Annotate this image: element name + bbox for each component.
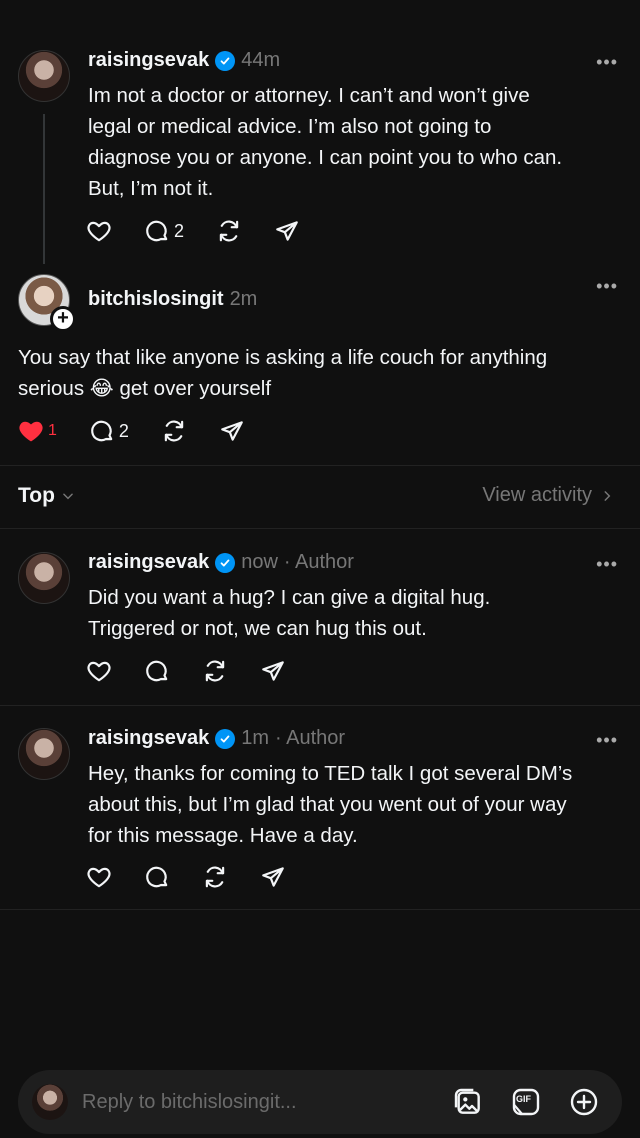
heart-icon <box>86 218 112 244</box>
username[interactable]: raisingsevak <box>88 49 209 72</box>
sort-dropdown[interactable]: Top <box>18 484 75 508</box>
repost-icon <box>216 218 242 244</box>
verified-badge-icon <box>215 50 236 71</box>
repost-button[interactable] <box>202 657 228 685</box>
post-header: raisingsevak 1m · Author <box>88 727 345 750</box>
post-actions <box>86 863 318 891</box>
more-icon[interactable]: ••• <box>596 276 618 297</box>
reply-button[interactable]: 2 <box>89 417 129 445</box>
like-button[interactable] <box>86 217 112 245</box>
post-text: Im not a doctor or attorney. I can’t and… <box>88 84 563 200</box>
share-button[interactable] <box>274 217 300 245</box>
reply-button[interactable] <box>144 657 170 685</box>
username[interactable]: raisingsevak <box>88 727 209 750</box>
comment-icon <box>144 658 170 684</box>
repost-button[interactable] <box>216 217 242 245</box>
like-count: 1 <box>48 422 57 439</box>
repost-icon <box>202 658 228 684</box>
post-header: bitchislosingit 2m <box>88 288 257 311</box>
like-button[interactable] <box>86 863 112 891</box>
like-button[interactable] <box>86 657 112 685</box>
repost-button[interactable] <box>161 417 187 445</box>
post-actions <box>86 657 318 685</box>
avatar <box>32 1084 68 1120</box>
post-header: raisingsevak 44m <box>88 49 280 72</box>
reply-button[interactable]: 2 <box>144 217 184 245</box>
share-button[interactable] <box>260 863 286 891</box>
username[interactable]: raisingsevak <box>88 551 209 574</box>
divider <box>0 465 640 466</box>
divider <box>0 909 640 910</box>
avatar[interactable] <box>18 50 70 102</box>
divider <box>0 705 640 706</box>
comment-icon <box>89 418 115 444</box>
heart-icon <box>86 864 112 890</box>
like-button[interactable]: 1 <box>18 417 57 445</box>
share-button[interactable] <box>260 657 286 685</box>
post-time: 1m <box>241 727 269 749</box>
post-actions: 1 2 <box>18 417 277 445</box>
post-text: Hey, thanks for coming to TED talk I got… <box>88 762 573 847</box>
post-time: 2m <box>229 288 258 310</box>
reply-count: 2 <box>174 220 185 241</box>
share-icon <box>219 418 245 444</box>
post-text: You say that like anyone is asking a lif… <box>18 346 548 400</box>
post-time: now <box>241 551 278 573</box>
share-icon <box>260 864 286 890</box>
divider <box>0 528 640 529</box>
post-time: 44m <box>241 49 281 71</box>
reply-composer: GIF <box>18 1070 622 1134</box>
reply-button[interactable] <box>144 863 170 891</box>
verified-badge-icon <box>215 552 236 573</box>
more-icon[interactable]: ••• <box>596 554 618 575</box>
view-activity-link[interactable]: View activity <box>482 484 614 507</box>
share-icon <box>274 218 300 244</box>
image-icon[interactable] <box>452 1086 484 1118</box>
avatar[interactable] <box>18 728 70 780</box>
avatar[interactable] <box>18 552 70 604</box>
reply-count: 2 <box>118 420 129 441</box>
repost-button[interactable] <box>202 863 228 891</box>
more-icon[interactable]: ••• <box>596 52 618 73</box>
repost-icon <box>202 864 228 890</box>
author-tag: · Author <box>275 727 346 749</box>
share-button[interactable] <box>219 417 245 445</box>
heart-icon <box>86 658 112 684</box>
more-icon[interactable]: ••• <box>596 730 618 751</box>
post-header: raisingsevak now · Author <box>88 551 354 574</box>
chevron-right-icon <box>604 490 611 501</box>
share-icon <box>260 658 286 684</box>
comment-icon <box>144 864 170 890</box>
author-tag: · Author <box>283 551 354 573</box>
verified-badge-icon <box>215 728 236 749</box>
heart-icon <box>18 418 44 444</box>
follow-plus-icon[interactable]: + <box>50 306 76 332</box>
chevron-down-icon <box>63 493 73 500</box>
username[interactable]: bitchislosingit <box>88 288 224 311</box>
gif-icon[interactable]: GIF <box>510 1086 542 1118</box>
comment-icon <box>144 218 170 244</box>
laughing-emoji: 😂 <box>89 377 114 400</box>
reply-input[interactable] <box>82 1084 442 1120</box>
repost-icon <box>161 418 187 444</box>
post-actions: 2 <box>86 217 332 245</box>
post-text: Did you want a hug? I can give a digital… <box>88 586 491 640</box>
plus-circle-icon[interactable] <box>568 1086 600 1118</box>
sort-bar: Top View activity <box>0 476 640 518</box>
thread-connector-line <box>43 114 45 264</box>
